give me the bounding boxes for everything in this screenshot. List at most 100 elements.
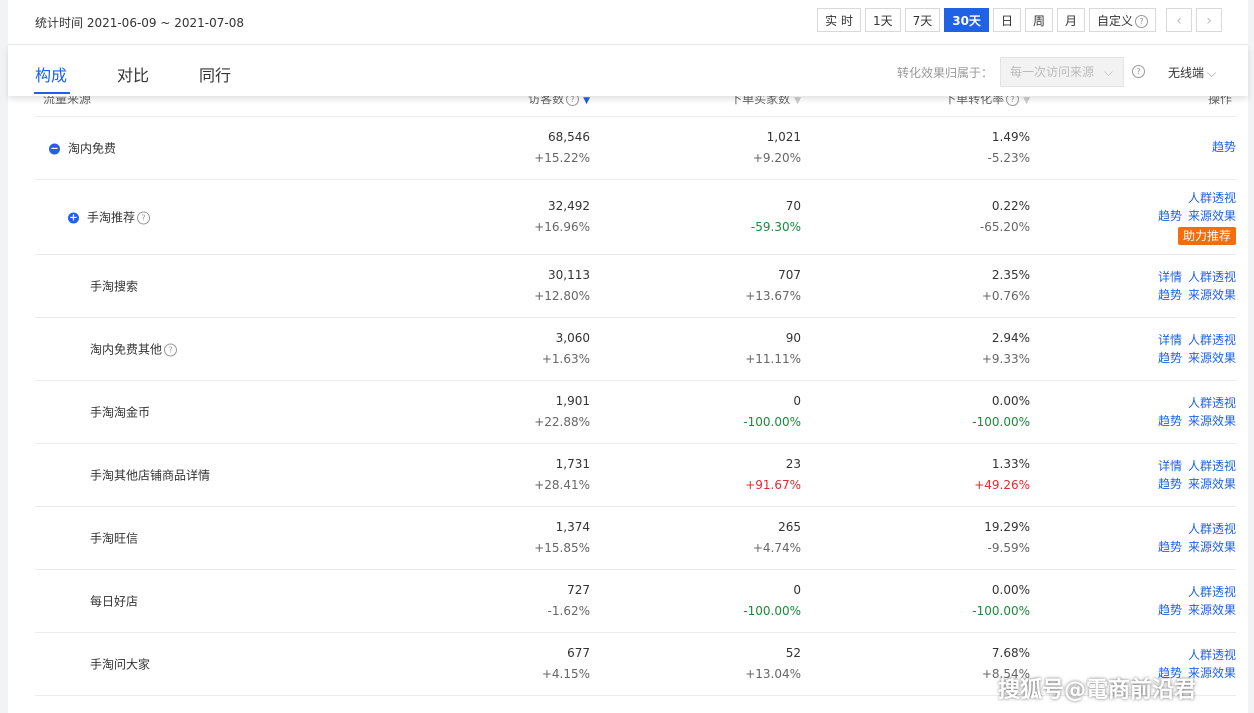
conversion-value: 2.94% [991, 331, 1030, 345]
page-left-gutter [0, 0, 8, 713]
period-month-button[interactable]: 月 [1056, 8, 1085, 32]
buyers-value: 1,021 [766, 130, 801, 144]
conversion-value: 19.29% [984, 520, 1030, 534]
row-source-label: 手淘推荐 [87, 210, 136, 225]
watermark: 搜狐号@電商前沿君 [998, 678, 1197, 703]
row-actions: 人群透视 趋势 来源效果 [1152, 394, 1236, 430]
period-realtime-button[interactable]: 实 时 [817, 8, 861, 32]
period-week-button[interactable]: 周 [1024, 8, 1053, 32]
visitors-cell: 1,374 +15.85% [534, 517, 590, 559]
detail-link[interactable]: 详情 [1158, 333, 1182, 347]
trend-link[interactable]: 趋势 [1158, 414, 1182, 428]
source-effect-link[interactable]: 来源效果 [1188, 288, 1236, 302]
visitors-cell: 68,546 +15.22% [534, 127, 590, 169]
source-effect-link[interactable]: 来源效果 [1188, 603, 1236, 617]
conversion-change: -100.00% [972, 604, 1030, 618]
table-row: − 淘内免费 68,546 +15.22% 1,021 +9.20% 1.49% -5.… [35, 117, 1236, 180]
audience-link[interactable]: 人群透视 [1188, 459, 1236, 473]
audience-link[interactable]: 人群透视 [1188, 585, 1236, 599]
source-effect-link[interactable]: 来源效果 [1188, 209, 1236, 223]
expand-icon[interactable]: + [68, 212, 79, 224]
audience-link[interactable]: 人群透视 [1188, 396, 1236, 410]
conversion-value: 0.00% [991, 394, 1030, 408]
visitors-change: +16.96% [534, 220, 590, 234]
source-effect-link[interactable]: 来源效果 [1188, 351, 1236, 365]
audience-link[interactable]: 人群透视 [1188, 333, 1236, 347]
conversion-cell: 19.29% -9.59% [984, 517, 1030, 559]
conversion-value: 1.33% [991, 457, 1030, 471]
trend-link[interactable]: 趋势 [1158, 351, 1182, 365]
row-actions: 趋势 [1206, 138, 1236, 156]
period-7day-button[interactable]: 7天 [904, 8, 941, 32]
buyers-change: +4.74% [752, 541, 801, 555]
trend-link[interactable]: 趋势 [1158, 288, 1182, 302]
table-row: 手淘旺信 1,374 +15.85% 265 +4.74% 19.29% -9.59%… [35, 507, 1236, 570]
buyers-change: -59.30% [750, 220, 801, 234]
visitors-value: 1,731 [555, 457, 590, 471]
conversion-cell: 0.00% -100.00% [972, 391, 1030, 433]
period-30day-button[interactable]: 30天 [944, 8, 989, 32]
prev-period-button[interactable]: ‹ [1166, 8, 1192, 32]
row-actions: 人群透视 趋势 来源效果 助力推荐 [1152, 189, 1236, 245]
trend-link[interactable]: 趋势 [1212, 140, 1236, 154]
attribution-select[interactable]: 每一次访问来源 ⌵ [1000, 57, 1124, 87]
source-effect-link[interactable]: 来源效果 [1188, 414, 1236, 428]
next-period-button[interactable]: › [1196, 8, 1222, 32]
conversion-change: -100.00% [972, 415, 1030, 429]
trend-link[interactable]: 趋势 [1158, 603, 1182, 617]
visitors-change: +22.88% [534, 415, 590, 429]
trend-link[interactable]: 趋势 [1158, 209, 1182, 223]
conversion-change: +49.26% [974, 478, 1030, 492]
table-row: 手淘其他店铺商品详情 1,731 +28.41% 23 +91.67% 1.33% +… [35, 444, 1236, 507]
tab-composition[interactable]: 构成 [35, 62, 67, 86]
device-select[interactable]: 无线端 ⌵ [1168, 64, 1216, 81]
visitors-value: 1,374 [555, 520, 590, 534]
visitors-change: +1.63% [541, 352, 590, 366]
period-1day-button[interactable]: 1天 [864, 8, 901, 32]
buyers-cell: 1,021 +9.20% [753, 127, 801, 169]
audience-link[interactable]: 人群透视 [1188, 522, 1236, 536]
boost-recommend-badge[interactable]: 助力推荐 [1177, 227, 1236, 245]
collapse-icon[interactable]: − [49, 143, 60, 155]
row-actions: 详情 人群透视 趋势 来源效果 [1152, 268, 1236, 304]
sort-icon: ▼ [1023, 96, 1030, 106]
device-value: 无线端 [1168, 66, 1205, 80]
buyers-change: -100.00% [743, 604, 801, 618]
conversion-change: +0.76% [981, 289, 1030, 303]
period-custom-label: 自定义 [1096, 14, 1133, 28]
buyers-value: 707 [778, 268, 801, 282]
help-icon: ? [1135, 15, 1148, 28]
row-source-label: 手淘搜索 [90, 279, 139, 294]
tab-compare[interactable]: 对比 [117, 62, 149, 86]
detail-link[interactable]: 详情 [1158, 459, 1182, 473]
trend-link[interactable]: 趋势 [1158, 477, 1182, 491]
row-source-label: 手淘其他店铺商品详情 [90, 468, 211, 483]
conversion-change: +9.33% [981, 352, 1030, 366]
help-icon[interactable]: ? [1132, 65, 1145, 78]
audience-link[interactable]: 人群透视 [1188, 191, 1236, 205]
source-effect-link[interactable]: 来源效果 [1188, 477, 1236, 491]
conversion-value: 0.00% [991, 583, 1030, 597]
conversion-cell: 0.00% -100.00% [972, 580, 1030, 622]
buyers-value: 90 [785, 331, 801, 345]
visitors-change: +4.15% [541, 667, 590, 681]
row-actions: 详情 人群透视 趋势 来源效果 [1152, 457, 1236, 493]
trend-link[interactable]: 趋势 [1158, 540, 1182, 554]
buyers-cell: 0 -100.00% [743, 580, 801, 622]
row-source-label: 每日好店 [90, 594, 139, 609]
audience-link[interactable]: 人群透视 [1188, 648, 1236, 662]
detail-link[interactable]: 详情 [1158, 270, 1182, 284]
period-custom-button[interactable]: 自定义? [1088, 8, 1156, 32]
audience-link[interactable]: 人群透视 [1188, 270, 1236, 284]
period-day-button[interactable]: 日 [992, 8, 1021, 32]
buyers-value: 265 [778, 520, 801, 534]
buyers-cell: 70 -59.30% [751, 196, 801, 238]
conversion-change: -9.59% [987, 541, 1030, 555]
buyers-cell: 0 -100.00% [743, 391, 801, 433]
buyers-cell: 707 +13.67% [745, 265, 801, 307]
tab-peers[interactable]: 同行 [199, 62, 231, 86]
source-effect-link[interactable]: 来源效果 [1188, 540, 1236, 554]
visitors-cell: 30,113 +12.80% [534, 265, 590, 307]
row-actions: 详情 人群透视 趋势 来源效果 [1152, 331, 1236, 367]
buyers-change: +91.67% [745, 478, 801, 492]
